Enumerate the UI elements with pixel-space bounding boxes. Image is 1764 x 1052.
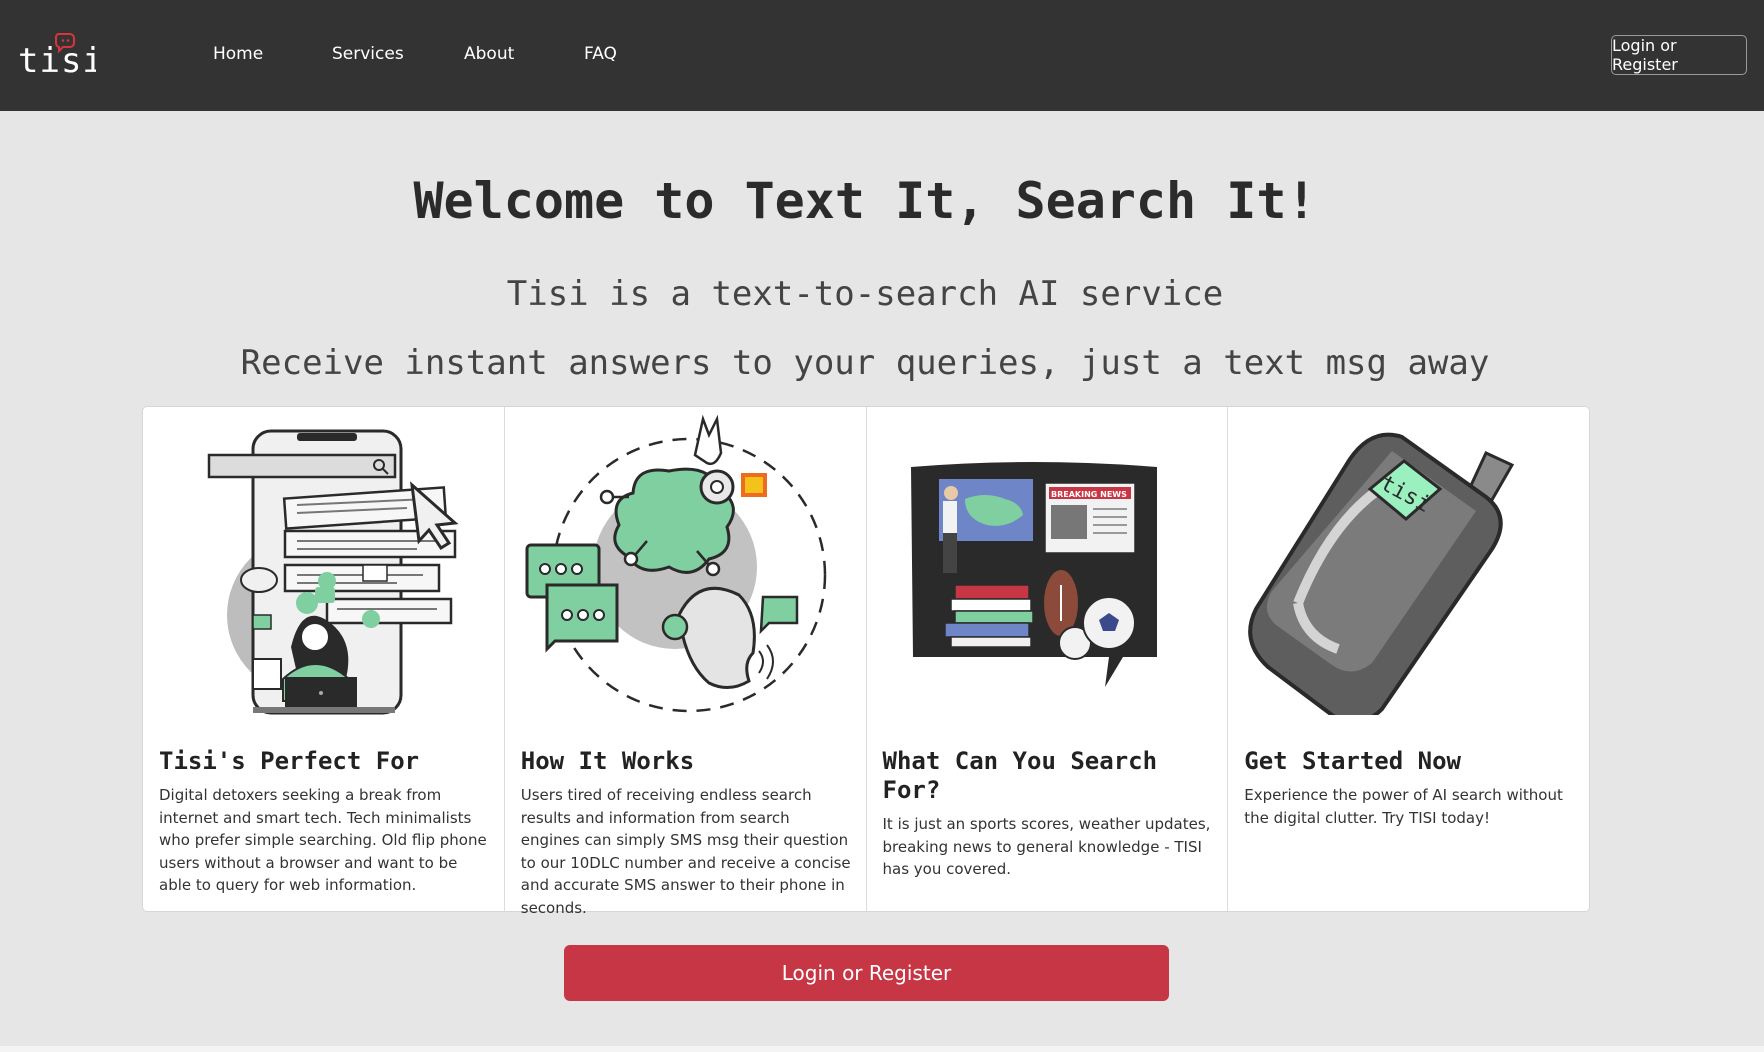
- ai-brain-illustration: [519, 414, 853, 715]
- nav-services[interactable]: Services: [332, 44, 404, 64]
- flip-phone-illustration: tisi: [1242, 415, 1576, 725]
- card-what-search: BREAKING NEWS What Can You Search For? I…: [867, 407, 1229, 911]
- tisi-logo[interactable]: tisi: [18, 28, 103, 81]
- top-navbar: tisi Home Services About FAQ Login or Re…: [0, 0, 1764, 111]
- nav-faq[interactable]: FAQ: [584, 44, 617, 64]
- card-how-it-works: How It Works Users tired of receiving en…: [505, 407, 867, 917]
- card-title: Tisi's Perfect For: [159, 747, 420, 775]
- nav-home[interactable]: Home: [213, 44, 263, 64]
- cta-login-register-button[interactable]: Login or Register: [564, 945, 1169, 1001]
- card-get-started: tisi Get Started Now Experience the powe…: [1228, 407, 1589, 911]
- hero-subtitle: Tisi is a text-to-search AI service: [506, 274, 1224, 314]
- woman-phone-illustration: [157, 415, 491, 715]
- header-login-button[interactable]: Login or Register: [1611, 35, 1747, 75]
- card-perfect-for: Tisi's Perfect For Digital detoxers seek…: [143, 407, 505, 911]
- breaking-news-text: BREAKING NEWS: [1051, 490, 1127, 499]
- footer-strip: [0, 1046, 1764, 1052]
- hero-title: Welcome to Text It, Search It!: [413, 172, 1317, 230]
- card-text: Digital detoxers seeking a break from in…: [159, 786, 487, 894]
- news-sports-illustration: BREAKING NEWS: [881, 415, 1215, 715]
- hero-tagline: Receive instant answers to your queries,…: [240, 343, 1490, 383]
- feature-cards: Tisi's Perfect For Digital detoxers seek…: [142, 406, 1590, 917]
- card-text: Users tired of receiving endless search …: [520, 786, 851, 917]
- card-title: What Can You Search For?: [882, 747, 1158, 804]
- card-text: Experience the power of AI search withou…: [1244, 786, 1563, 827]
- logo-text: tisi: [18, 41, 96, 78]
- card-title: Get Started Now: [1244, 747, 1461, 775]
- nav-about[interactable]: About: [464, 44, 514, 64]
- card-text: It is just an sports scores, weather upd…: [882, 815, 1211, 878]
- card-title: How It Works: [520, 747, 695, 775]
